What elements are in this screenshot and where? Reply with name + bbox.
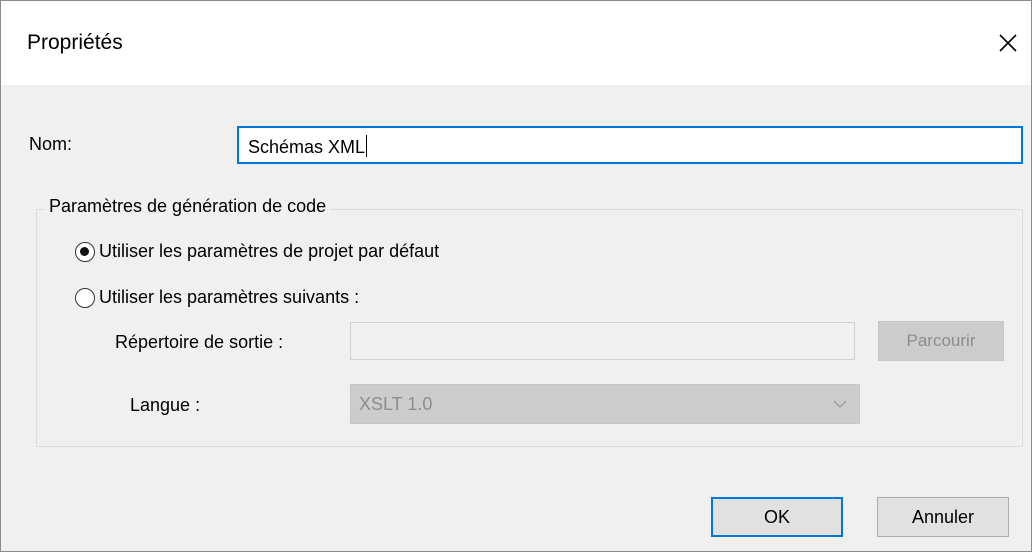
radio-unchecked-icon[interactable] bbox=[75, 287, 95, 308]
name-label: Nom: bbox=[29, 134, 73, 154]
language-select[interactable]: XSLT 1.0 bbox=[350, 384, 860, 424]
title-bar: Propriétés bbox=[1, 1, 1031, 85]
radio-default-settings-label: Utiliser les paramètres de projet par dé… bbox=[99, 241, 440, 261]
browse-button[interactable]: Parcourir bbox=[878, 321, 1004, 361]
chevron-down-icon bbox=[833, 400, 847, 408]
cancel-button[interactable]: Annuler bbox=[877, 497, 1009, 537]
radio-checked-icon[interactable] bbox=[75, 241, 95, 262]
output-dir-input[interactable] bbox=[350, 322, 855, 360]
language-label: Langue : bbox=[130, 395, 201, 415]
dialog-title: Propriétés bbox=[27, 31, 123, 54]
ok-button[interactable]: OK bbox=[711, 497, 843, 537]
radio-default-settings[interactable]: Utiliser les paramètres de projet par dé… bbox=[75, 241, 439, 262]
language-selected-value: XSLT 1.0 bbox=[359, 394, 433, 414]
properties-dialog: Propriétés Nom: Schémas XML Paramètres d… bbox=[0, 0, 1032, 552]
radio-custom-settings-label: Utiliser les paramètres suivants : bbox=[99, 287, 360, 307]
close-icon[interactable] bbox=[993, 28, 1023, 58]
name-input-value: Schémas XML bbox=[248, 137, 366, 157]
radio-custom-settings[interactable]: Utiliser les paramètres suivants : bbox=[75, 287, 359, 308]
text-caret bbox=[366, 135, 368, 157]
name-input[interactable]: Schémas XML bbox=[237, 126, 1023, 164]
codegen-group-label: Paramètres de génération de code bbox=[45, 196, 331, 217]
output-dir-label: Répertoire de sortie : bbox=[115, 332, 284, 352]
